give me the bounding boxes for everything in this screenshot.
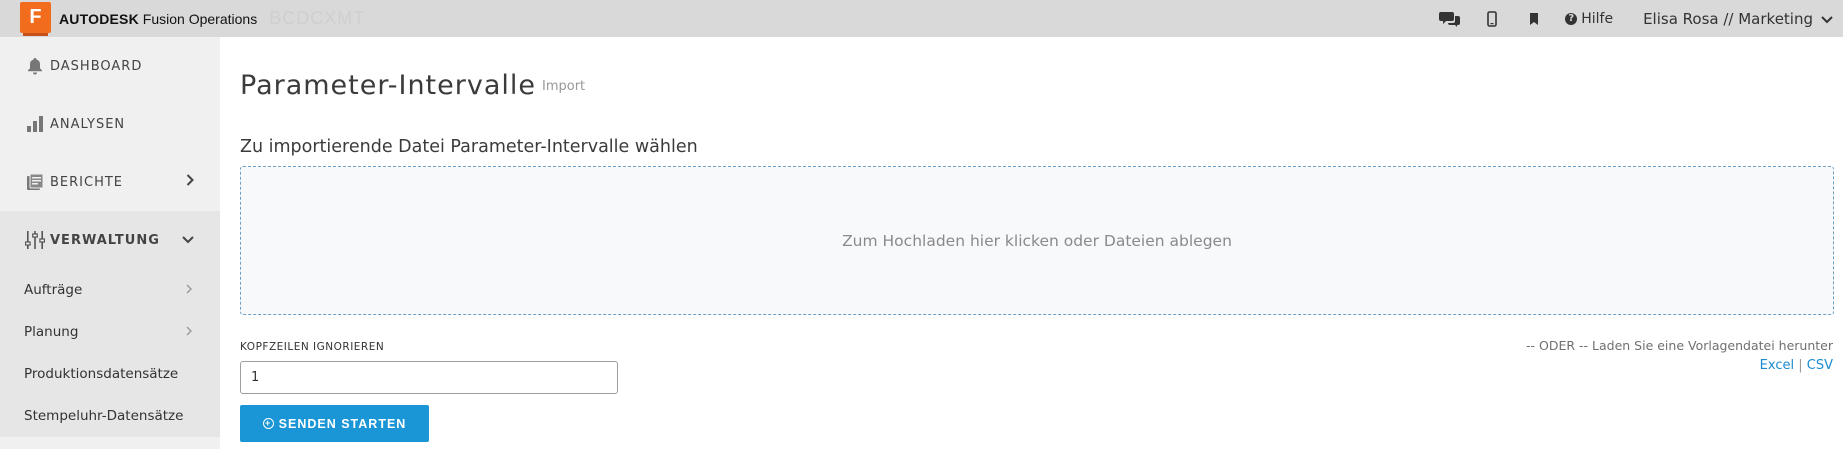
top-bar: F AUTODESK Fusion Operations BCDCXMT ? H… bbox=[0, 0, 1843, 37]
csv-template-link[interactable]: CSV bbox=[1807, 358, 1833, 373]
sidebar-subitem-label: Stempeluhr-Datensätze bbox=[24, 408, 184, 424]
sidebar-item-analysen[interactable]: ANALYSEN bbox=[0, 95, 220, 153]
ghost-logo-text: BCDCXMT bbox=[269, 8, 366, 28]
brand[interactable]: F AUTODESK Fusion Operations BCDCXMT bbox=[0, 0, 365, 37]
chevron-right-icon bbox=[186, 174, 194, 190]
brand-name: AUTODESK Fusion Operations bbox=[59, 11, 257, 27]
sidebar-item-label: DASHBOARD bbox=[50, 58, 143, 74]
main-content: Parameter-Intervalle Import Zu importiere… bbox=[240, 37, 1834, 449]
bookmark-icon[interactable] bbox=[1513, 0, 1555, 37]
user-name: Elisa Rosa // Marketing bbox=[1643, 9, 1813, 28]
sidebar-item-berichte[interactable]: BERICHTE bbox=[0, 153, 220, 211]
help-link[interactable]: ? Hilfe bbox=[1565, 11, 1613, 27]
sidebar-item-label: ANALYSEN bbox=[50, 116, 126, 132]
page-title: Parameter-Intervalle Import bbox=[240, 70, 585, 101]
skip-rows-input[interactable] bbox=[240, 361, 618, 394]
template-links: Excel | CSV bbox=[1760, 358, 1833, 373]
top-bar-actions: ? Hilfe Elisa Rosa // Marketing bbox=[1429, 0, 1833, 37]
sidebar-subitem-produktionsdatensaetze[interactable]: Produktionsdatensätze bbox=[0, 353, 220, 395]
sidebar-subitem-planung[interactable]: Planung bbox=[0, 311, 220, 353]
excel-template-link[interactable]: Excel bbox=[1760, 358, 1794, 373]
sidebar: DASHBOARD ANALYSEN BERICHTE VERWALTUNG A… bbox=[0, 37, 220, 449]
report-icon bbox=[24, 171, 46, 193]
chat-icon[interactable] bbox=[1429, 0, 1471, 37]
sidebar-subitem-label: Produktionsdatensätze bbox=[24, 366, 179, 382]
link-separator: | bbox=[1798, 358, 1803, 373]
section-title: Zu importierende Datei Parameter-Interva… bbox=[240, 137, 698, 157]
sidebar-item-label: VERWALTUNG bbox=[50, 232, 160, 248]
submit-button[interactable]: + SENDEN STARTEN bbox=[240, 405, 429, 442]
mobile-icon[interactable] bbox=[1471, 0, 1513, 37]
help-label: Hilfe bbox=[1581, 10, 1614, 27]
help-icon: ? bbox=[1565, 12, 1578, 25]
bell-icon bbox=[24, 55, 46, 77]
sidebar-subitem-auftraege[interactable]: Aufträge bbox=[0, 269, 220, 311]
page-title-text: Parameter-Intervalle bbox=[240, 70, 536, 101]
sidebar-item-verwaltung[interactable]: VERWALTUNG bbox=[0, 211, 220, 269]
bar-chart-icon bbox=[24, 113, 46, 135]
page-subtitle: Import bbox=[542, 79, 586, 94]
sliders-icon bbox=[24, 229, 46, 251]
template-download-text: -- ODER -- Laden Sie eine Vorlagendatei … bbox=[1526, 338, 1833, 353]
chevron-down-icon bbox=[1821, 10, 1833, 28]
brand-bold: AUTODESK bbox=[59, 10, 139, 27]
file-dropzone[interactable]: Zum Hochladen hier klicken oder Dateien … bbox=[240, 166, 1834, 315]
skip-rows-label: KOPFZEILEN IGNORIEREN bbox=[240, 341, 385, 353]
app-logo: F bbox=[20, 2, 51, 36]
chevron-down-icon bbox=[182, 233, 194, 248]
sidebar-subitem-stempeluhr-datensaetze[interactable]: Stempeluhr-Datensätze bbox=[0, 395, 220, 437]
submit-label: SENDEN STARTEN bbox=[278, 416, 407, 431]
sidebar-subitem-label: Planung bbox=[24, 324, 79, 340]
user-menu[interactable]: Elisa Rosa // Marketing bbox=[1643, 10, 1833, 28]
dropzone-text: Zum Hochladen hier klicken oder Dateien … bbox=[842, 231, 1232, 250]
sidebar-item-label: BERICHTE bbox=[50, 174, 124, 190]
plus-circle-icon: + bbox=[262, 418, 274, 429]
sidebar-item-dashboard[interactable]: DASHBOARD bbox=[0, 37, 220, 95]
brand-product: Fusion Operations bbox=[142, 10, 258, 27]
sidebar-subitem-label: Aufträge bbox=[24, 282, 83, 298]
chevron-right-icon bbox=[186, 324, 192, 340]
chevron-right-icon bbox=[186, 282, 192, 298]
